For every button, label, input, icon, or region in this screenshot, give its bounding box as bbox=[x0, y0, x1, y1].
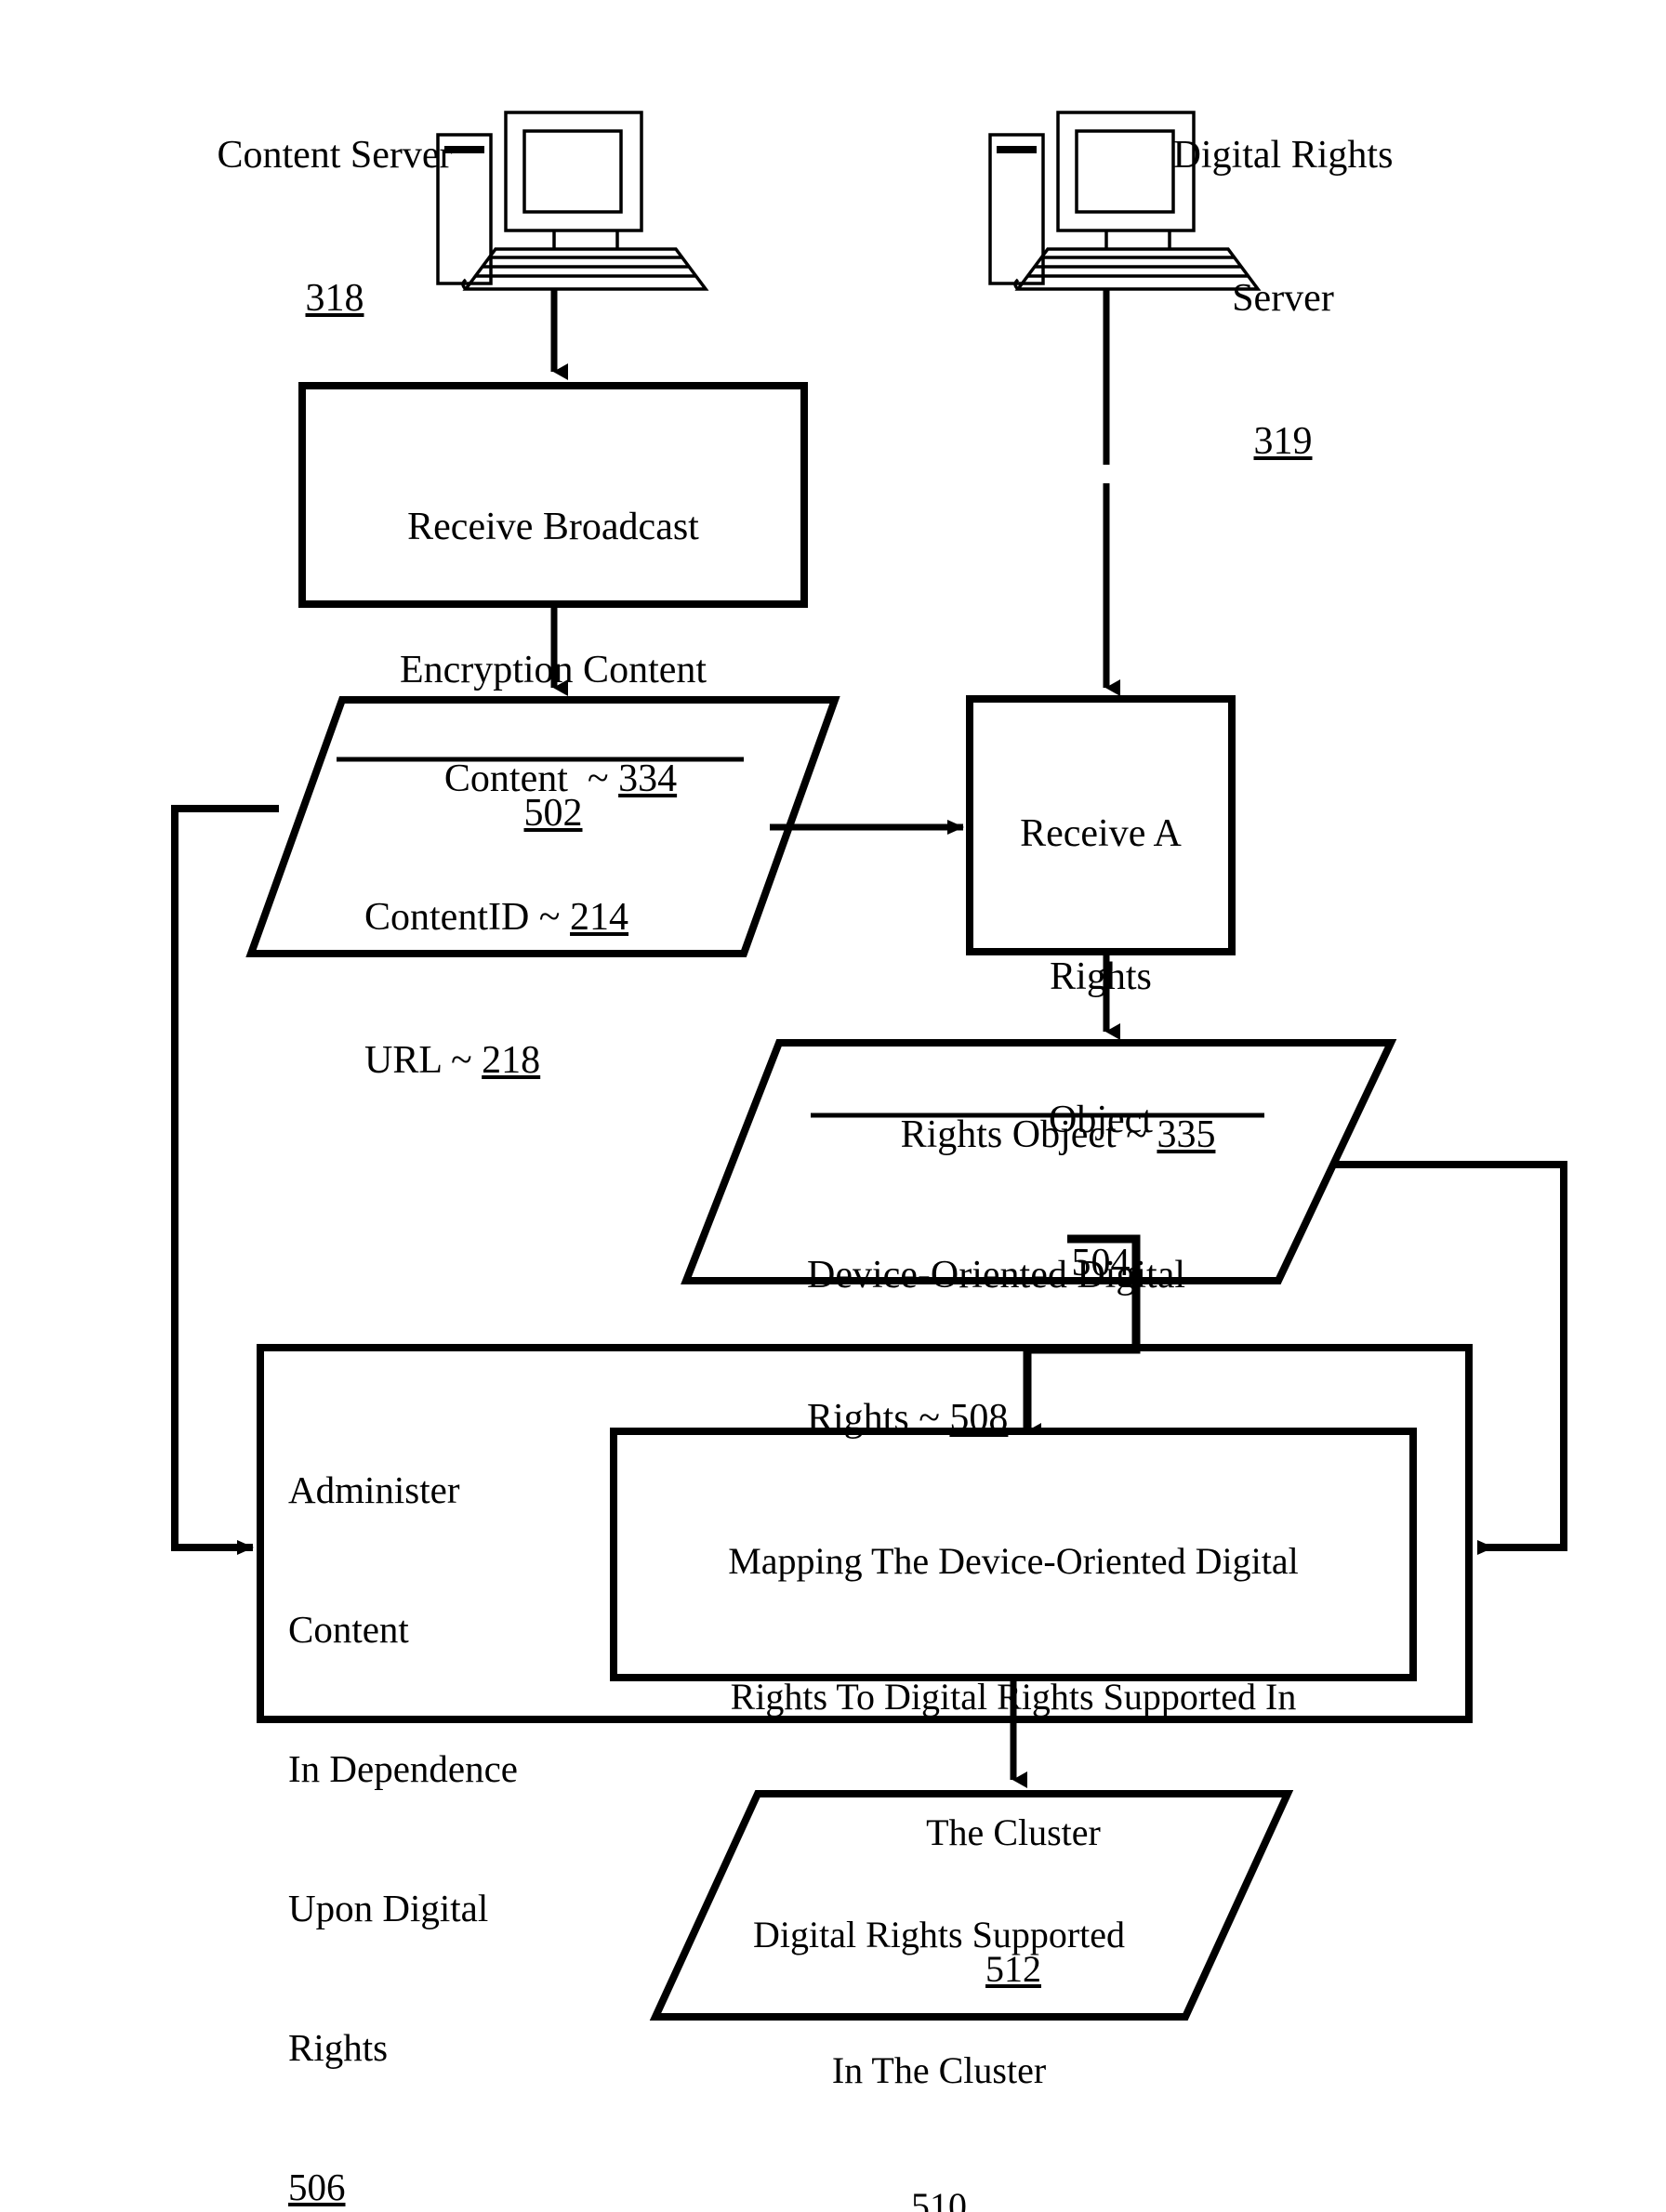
rights-object-field-2: Rights ~ 508 bbox=[807, 1395, 1328, 1442]
node-512-line-2: Rights To Digital Rights Supported In bbox=[730, 1675, 1297, 1718]
node-506-line-1: Administer bbox=[288, 1468, 460, 1512]
rights-object-field-2-ref: 508 bbox=[949, 1397, 1009, 1441]
rights-object-field-2-label: Rights ~ bbox=[807, 1397, 950, 1441]
node-506-line-4: Upon Digital bbox=[288, 1887, 489, 1930]
node-506-line-3: In Dependence bbox=[288, 1747, 519, 1791]
figure-canvas: Content Server 318 Digital Rights Server… bbox=[0, 0, 1666, 2212]
content-data-field-2: URL ~ 218 bbox=[364, 1037, 848, 1085]
node-510-ref: 510 bbox=[911, 2185, 967, 2212]
node-506-line-5: Rights bbox=[288, 2026, 389, 2070]
content-data-field-2-label: URL ~ bbox=[364, 1039, 483, 1083]
rights-object-heading-label: Rights Object ~ bbox=[900, 1113, 1157, 1157]
node-512-line-1: Mapping The Device-Oriented Digital bbox=[728, 1539, 1299, 1582]
node-510-line-2: In The Cluster bbox=[831, 2048, 1047, 2091]
content-data-field-1-label: ContentID ~ bbox=[364, 896, 571, 940]
content-data-fields: ContentID ~ 214 URL ~ 218 bbox=[364, 799, 848, 1180]
content-data-field-2-ref: 218 bbox=[482, 1039, 541, 1083]
content-server-ref: 318 bbox=[305, 277, 364, 321]
digital-rights-server-name-2: Server bbox=[1232, 277, 1334, 321]
node-506-line-2: Content bbox=[288, 1608, 409, 1652]
content-server-label: Content Server 318 bbox=[139, 37, 530, 418]
rights-object-heading-ref: 335 bbox=[1157, 1113, 1216, 1157]
digital-rights-server-ref: 319 bbox=[1253, 419, 1313, 463]
content-server-name: Content Server bbox=[217, 134, 453, 178]
node-504-line-2: Rights bbox=[1050, 955, 1152, 999]
digital-rights-server-label: Digital Rights Server 319 bbox=[1097, 37, 1469, 561]
node-510-text: Digital Rights Supported In The Cluster … bbox=[679, 1822, 1199, 2212]
content-data-heading-ref: 334 bbox=[618, 757, 678, 801]
rights-object-field-1: Device-Oriented Digital bbox=[807, 1254, 1185, 1297]
node-502-line-2: Encryption Content bbox=[399, 649, 707, 692]
node-510-line-1: Digital Rights Supported bbox=[753, 1913, 1125, 1955]
content-data-field-1-ref: 214 bbox=[570, 896, 629, 940]
node-502-line-1: Receive Broadcast bbox=[407, 506, 699, 549]
content-data-heading-label: Content ~ bbox=[443, 757, 619, 801]
digital-rights-server-name-1: Digital Rights bbox=[1172, 134, 1394, 178]
node-506-text: Administer Content In Dependence Upon Di… bbox=[288, 1374, 595, 2212]
node-504-line-1: Receive A bbox=[1020, 812, 1182, 856]
node-506-ref: 506 bbox=[288, 2166, 346, 2209]
content-data-field-1: ContentID ~ 214 bbox=[364, 894, 848, 941]
